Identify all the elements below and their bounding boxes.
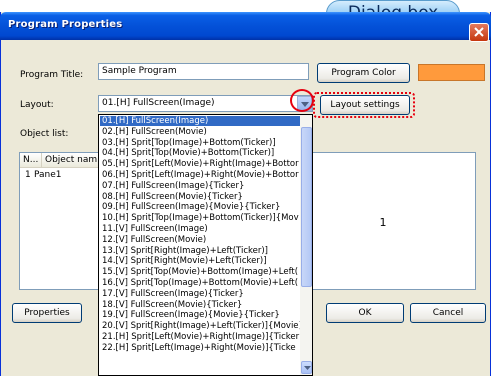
row-number: 1 xyxy=(25,170,31,180)
dropdown-highlight-circle xyxy=(290,89,314,112)
dropdown-option[interactable]: 17.[V] FullScreen(Image){Ticker} xyxy=(100,289,300,299)
pane-number: 1 xyxy=(379,216,387,229)
dropdown-scrollbar[interactable] xyxy=(300,115,312,375)
dropdown-option[interactable]: 15.[V] Sprit[Top(Movie)+Bottom(Image)+Le… xyxy=(100,267,300,277)
dropdown-option[interactable]: 14.[V] Sprit[Right(Movie)+Left(Ticker)] xyxy=(100,256,300,266)
dropdown-option[interactable]: 16.[V] Sprit[Top(Image)+Bottom(Movie)+Le… xyxy=(100,278,300,288)
program-title-label-text: Program Title: xyxy=(20,70,84,80)
program-color-button[interactable]: Program Color xyxy=(317,63,410,83)
ok-button[interactable]: OK xyxy=(326,303,404,323)
dropdown-option[interactable]: 06.[H] Sprit[Left(Image)+Right(Movie)+Bo… xyxy=(100,170,300,180)
scroll-down-button[interactable] xyxy=(301,361,312,374)
dropdown-option[interactable]: 18.[V] FullScreen(Movie){Ticker} xyxy=(100,300,300,310)
dropdown-option[interactable]: 10.[H] Sprit[Top(Image)+Bottom(Ticker)]{… xyxy=(100,213,300,223)
dropdown-option[interactable]: 07.[H] FullScreen(Image){Ticker} xyxy=(100,181,300,191)
scroll-down-arrow-icon xyxy=(304,366,311,370)
close-icon xyxy=(474,27,484,37)
layout-preview: 1 xyxy=(312,152,476,290)
layout-dropdown-list[interactable]: 01.[H] FullScreen(Image) 02.[H] FullScre… xyxy=(98,114,313,376)
scrollbar-thumb[interactable] xyxy=(301,127,312,287)
dropdown-option[interactable]: 13.[V] Sprit[Right(Image)+Left(Ticker)] xyxy=(100,246,300,256)
dropdown-option[interactable]: 08.[H] FullScreen(Movie){Ticker} xyxy=(100,192,300,202)
row-object-name: Pane1 xyxy=(34,170,62,180)
close-button[interactable] xyxy=(469,23,489,42)
dropdown-option[interactable]: 09.[H] FullScreen(Image){Movie}{Ticker} xyxy=(100,202,300,212)
cancel-button[interactable]: Cancel xyxy=(410,303,486,323)
dropdown-option[interactable]: 03.[H] Sprit[Top(Image)+Bottom(Ticker)] xyxy=(100,138,300,148)
layout-select[interactable]: 01.[H] FullScreen(Image) xyxy=(98,95,313,112)
program-title-input[interactable]: Sample Program xyxy=(98,63,309,80)
program-title-label: Program Title: xyxy=(20,70,83,80)
column-header-number[interactable]: N... xyxy=(20,153,42,168)
window-title: Program Properties xyxy=(8,19,123,30)
dropdown-option[interactable]: 20.[V] Sprit[Right(Image)+Left(Ticker)]{… xyxy=(100,321,300,331)
dropdown-option[interactable]: 11.[V] FullScreen(Image) xyxy=(100,224,300,234)
properties-button[interactable]: Properties xyxy=(12,303,82,323)
dropdown-option[interactable]: 02.[H] FullScreen(Movie) xyxy=(100,127,300,137)
dropdown-option[interactable]: 22.[H] Sprit[Left(Image)+Right(Movie)]{T… xyxy=(100,343,300,353)
dropdown-option[interactable]: 01.[H] FullScreen(Image) xyxy=(100,116,300,127)
dropdown-option[interactable]: 19.[V] FullScreen(Image){Movie}{Ticker} xyxy=(100,310,300,320)
dropdown-option[interactable]: 21.[H] Sprit[Left(Movie)+Right(Image)]{T… xyxy=(100,332,300,342)
dropdown-option[interactable]: 04.[H] Sprit[Top(Movie)+Bottom(Ticker)] xyxy=(100,148,300,158)
dropdown-option[interactable]: 12.[V] FullScreen(Movie) xyxy=(100,235,300,245)
layout-label: Layout: xyxy=(20,100,54,110)
object-list-label: Object list: xyxy=(20,129,69,139)
layout-settings-highlight xyxy=(313,92,415,118)
dropdown-option[interactable]: 05.[H] Sprit[Left(Movie)+Right(Image)+Bo… xyxy=(100,159,300,169)
program-color-swatch xyxy=(418,64,485,81)
